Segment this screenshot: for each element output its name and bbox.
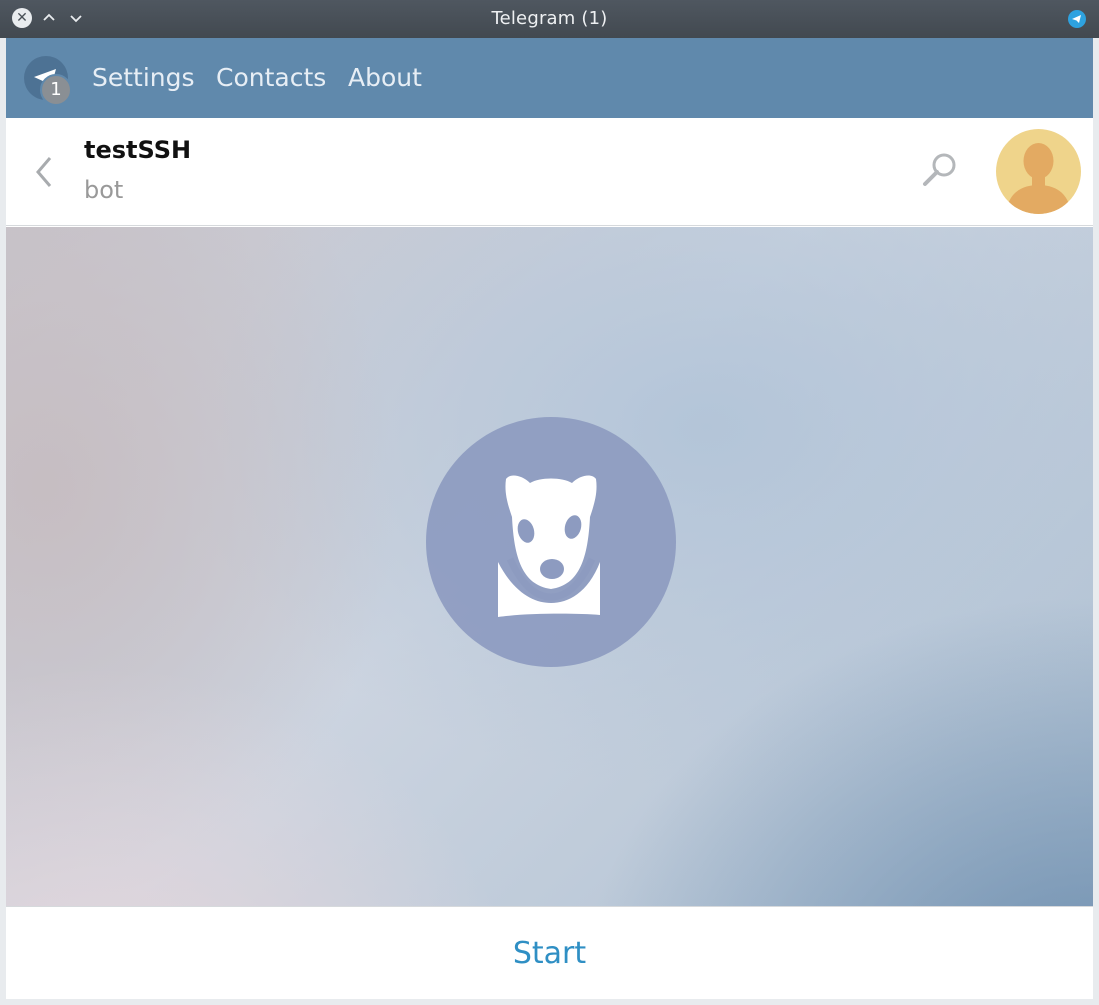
search-icon[interactable] [918,148,962,192]
unread-badge: 1 [40,74,72,106]
peer-name[interactable]: testSSH [84,136,191,164]
telegram-tray-icon [1068,10,1086,28]
window-title: Telegram (1) [491,8,608,29]
user-avatar-icon[interactable] [996,129,1081,214]
peer-status: bot [84,176,124,204]
window-titlebar: ✕ Telegram (1) [0,0,1099,38]
menu-item-contacts[interactable]: Contacts [216,38,326,118]
back-arrow-icon[interactable] [30,152,60,192]
bottom-bar: Start [6,906,1093,999]
window-frame-right [1093,38,1099,1005]
chat-background [6,227,1093,906]
menu-item-settings[interactable]: Settings [92,38,195,118]
chat-header: testSSH bot [6,118,1093,226]
menu-item-about[interactable]: About [348,38,422,118]
start-button[interactable]: Start [6,907,1093,1000]
main-menu-bar: 1 Settings Contacts About [6,38,1093,118]
bot-dog-icon [426,417,676,667]
